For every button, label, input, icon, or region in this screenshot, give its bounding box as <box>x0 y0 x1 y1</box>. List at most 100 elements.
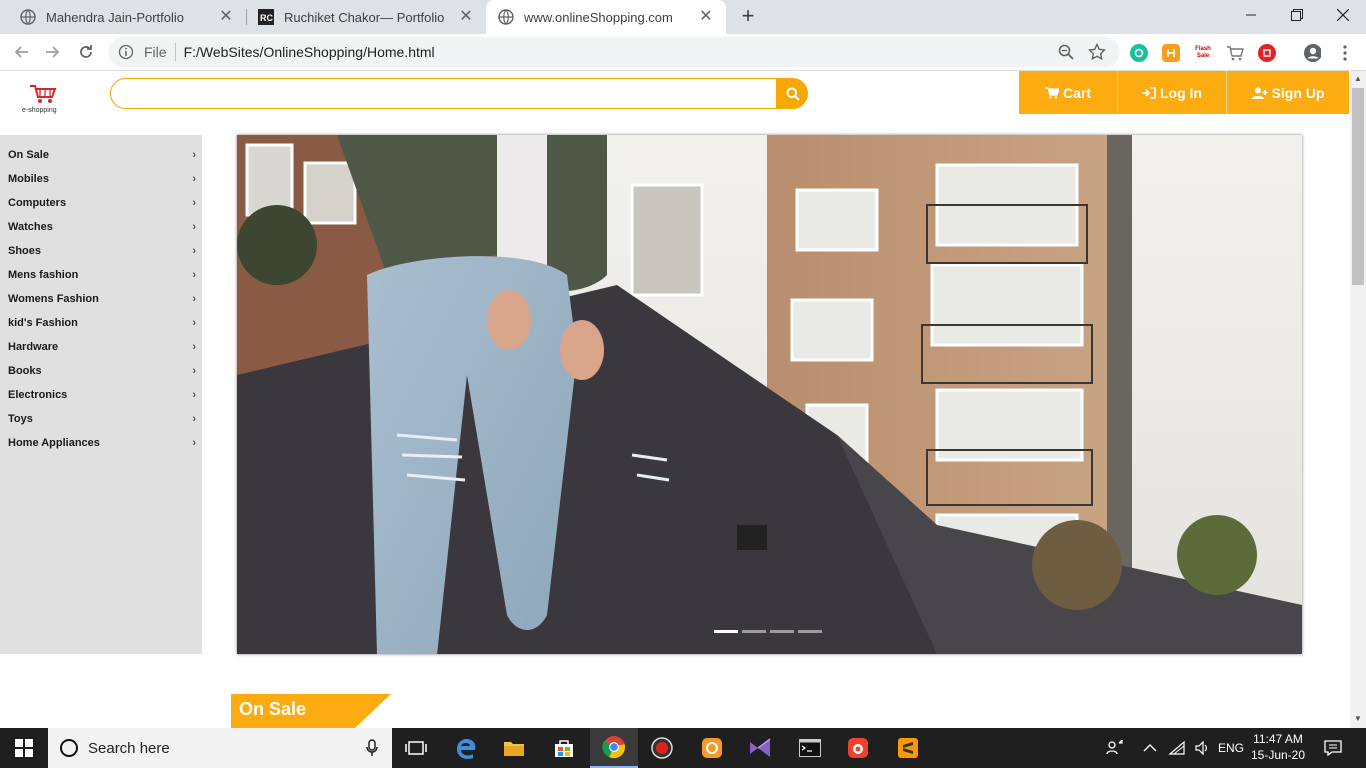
honey-icon[interactable] <box>1162 44 1180 62</box>
chevron-right-icon: › <box>192 389 196 401</box>
carousel-dot[interactable] <box>742 630 766 633</box>
profile-avatar-icon[interactable] <box>1303 44 1321 62</box>
edge-browser-icon[interactable] <box>442 728 490 768</box>
chevron-right-icon: › <box>192 293 196 305</box>
info-icon[interactable] <box>118 44 134 60</box>
category-sidebar: On Sale › Mobiles › Computers › Watches › Sh… <box>0 135 202 654</box>
search-input[interactable] <box>111 79 776 108</box>
carousel-dot[interactable] <box>714 630 738 633</box>
category-mens-fashion[interactable]: Mens fashion › <box>0 263 202 287</box>
visual-studio-icon[interactable] <box>736 728 784 768</box>
tab-title: www.onlineShopping.com <box>524 9 673 25</box>
chevron-right-icon: › <box>192 245 196 257</box>
signup-button[interactable]: Sign Up <box>1227 71 1349 114</box>
category-kids-fashion[interactable]: kid's Fashion › <box>0 311 202 335</box>
tab-online-shopping[interactable]: www.onlineShopping.com ✕ <box>486 0 726 34</box>
forward-arrow-icon[interactable] <box>42 41 64 63</box>
category-books[interactable]: Books › <box>0 359 202 383</box>
people-icon[interactable] <box>1106 728 1124 768</box>
cortana-icon <box>60 739 78 757</box>
camera-app-icon[interactable] <box>834 728 882 768</box>
chevron-right-icon: › <box>192 269 196 281</box>
login-button[interactable]: Log In <box>1118 71 1226 114</box>
category-label: Womens Fashion <box>8 293 99 305</box>
url-text[interactable]: F:/WebSites/OnlineShopping/Home.html <box>184 44 435 60</box>
volume-icon[interactable] <box>1194 728 1210 768</box>
tab-strip: Mahendra Jain-Portfolio ✕ RC Ruchiket Ch… <box>0 0 1366 34</box>
category-watches[interactable]: Watches › <box>0 215 202 239</box>
uc-browser-icon[interactable] <box>688 728 736 768</box>
file-explorer-icon[interactable] <box>490 728 538 768</box>
carousel-slide-image <box>237 135 1302 654</box>
zoom-magnifier-icon[interactable] <box>1058 44 1074 63</box>
page-scrollbar[interactable]: ▲ ▼ <box>1350 71 1366 728</box>
category-toys[interactable]: Toys › <box>0 407 202 431</box>
scroll-down-icon[interactable]: ▼ <box>1354 714 1362 723</box>
tab-close-icon[interactable]: ✕ <box>698 9 714 25</box>
scroll-thumb[interactable] <box>1352 88 1364 285</box>
sign-in-icon <box>1142 86 1156 99</box>
screen-recorder-icon[interactable] <box>638 728 686 768</box>
chevron-right-icon: › <box>192 365 196 377</box>
reload-icon[interactable] <box>75 41 97 63</box>
cart-button[interactable]: Cart <box>1019 71 1117 114</box>
user-plus-icon <box>1251 87 1268 99</box>
cart-ext-icon[interactable] <box>1226 44 1244 62</box>
category-computers[interactable]: Computers › <box>0 191 202 215</box>
bookmark-star-icon[interactable] <box>1087 42 1107 64</box>
restore-icon[interactable] <box>1274 0 1320 30</box>
scroll-up-icon[interactable]: ▲ <box>1354 74 1362 83</box>
task-view-icon[interactable] <box>392 728 440 768</box>
system-clock[interactable]: 11:47 AM 15-Jun-20 <box>1246 731 1310 763</box>
new-tab-plus-icon[interactable]: + <box>737 5 759 28</box>
search-box <box>110 78 777 109</box>
tab-ruchiket[interactable]: RC Ruchiket Chakor— Portfolio ✕ <box>238 0 486 34</box>
category-hardware[interactable]: Hardware › <box>0 335 202 359</box>
action-center-icon[interactable] <box>1324 728 1342 768</box>
kebab-menu-icon[interactable] <box>1336 44 1354 62</box>
grammarly-icon[interactable] <box>1130 44 1148 62</box>
language-text: ENG <box>1218 741 1245 755</box>
start-button[interactable] <box>0 728 48 768</box>
category-label: Computers <box>8 197 67 209</box>
on-sale-heading: On Sale <box>231 694 391 728</box>
language-indicator[interactable]: ENG <box>1218 728 1244 768</box>
carousel-indicators <box>714 630 822 633</box>
microphone-icon[interactable] <box>366 739 378 761</box>
microsoft-store-icon[interactable] <box>540 728 588 768</box>
category-home-appliances[interactable]: Home Appliances › <box>0 431 202 455</box>
tab-close-icon[interactable]: ✕ <box>458 9 474 25</box>
web-page: e-shopping Cart Log In Sign Up On Sale › … <box>0 71 1350 728</box>
flash-sale-icon[interactable]: Flash Sale <box>1193 44 1213 62</box>
category-label: Hardware <box>8 341 59 353</box>
sublime-text-icon[interactable] <box>884 728 932 768</box>
address-bar[interactable]: File F:/WebSites/OnlineShopping/Home.htm… <box>108 37 1120 67</box>
taskbar-search[interactable]: Search here <box>48 728 392 768</box>
chevron-up-icon[interactable] <box>1143 728 1157 768</box>
back-arrow-icon[interactable] <box>10 41 32 63</box>
site-logo[interactable]: e-shopping <box>22 83 66 115</box>
clock-date: 15-Jun-20 <box>1250 748 1306 762</box>
hero-carousel[interactable] <box>237 135 1302 654</box>
category-womens-fashion[interactable]: Womens Fashion › <box>0 287 202 311</box>
wifi-icon[interactable] <box>1168 728 1186 768</box>
category-label: kid's Fashion <box>8 317 78 329</box>
category-mobiles[interactable]: Mobiles › <box>0 167 202 191</box>
category-label: Toys <box>8 413 33 425</box>
category-on-sale[interactable]: On Sale › <box>0 143 202 167</box>
ext-red-icon[interactable] <box>1258 44 1276 62</box>
search-button[interactable] <box>777 78 808 109</box>
carousel-dot[interactable] <box>770 630 794 633</box>
chevron-right-icon: › <box>192 413 196 425</box>
carousel-dot[interactable] <box>798 630 822 633</box>
chrome-taskbar-icon[interactable] <box>590 728 638 768</box>
tab-mahendra[interactable]: Mahendra Jain-Portfolio ✕ <box>0 0 246 34</box>
cart-label: Cart <box>1062 84 1091 101</box>
category-shoes[interactable]: Shoes › <box>0 239 202 263</box>
close-window-icon[interactable] <box>1320 0 1366 30</box>
minimize-icon[interactable] <box>1228 0 1274 30</box>
command-prompt-icon[interactable] <box>786 728 834 768</box>
section-title-text: On Sale <box>239 699 307 719</box>
category-electronics[interactable]: Electronics › <box>0 383 202 407</box>
tab-close-icon[interactable]: ✕ <box>218 9 234 25</box>
